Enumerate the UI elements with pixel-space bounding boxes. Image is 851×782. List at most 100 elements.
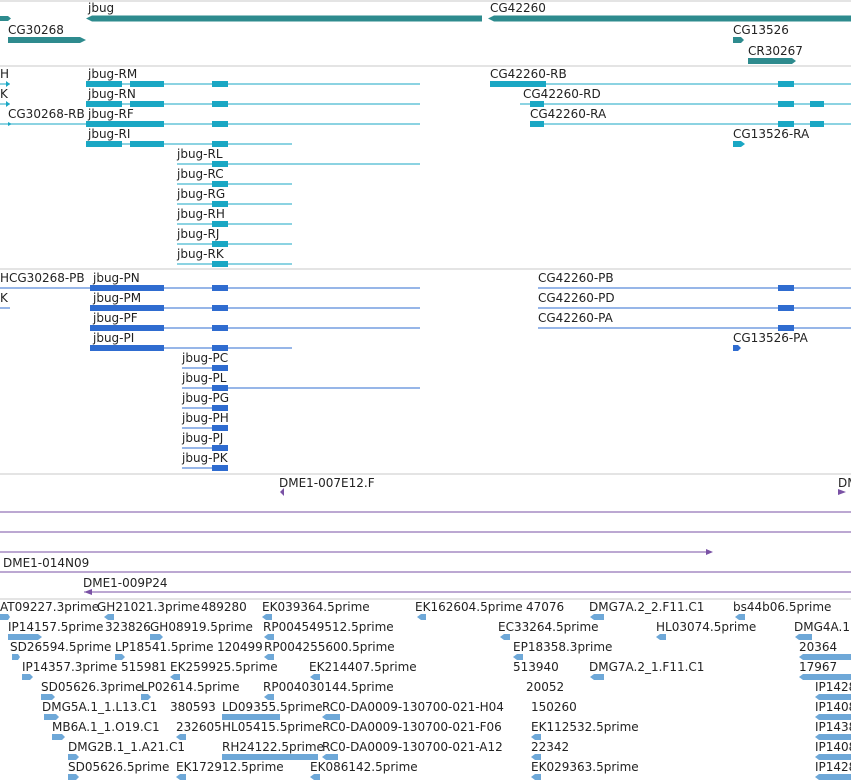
protein-feature-cg42260-pa[interactable]: CG42260-PA (538, 311, 851, 331)
est-feature[interactable]: IP1428 (815, 680, 851, 700)
est-feature[interactable]: 323826 (105, 620, 151, 634)
est-feature[interactable]: RH24122.5prime (222, 740, 324, 760)
est-feature[interactable]: DMG7A.2_1.F11.C1 (589, 660, 704, 680)
transcript-feature-cg42260-rb[interactable]: CG42260-RB (490, 67, 851, 87)
est-feature[interactable]: LP18541.5prime (115, 640, 214, 660)
clone-feature-dm-edge[interactable]: DM (838, 476, 851, 495)
transcript-feature-cg30268-rb[interactable]: CG30268-RB (0, 107, 86, 126)
est-feature[interactable]: IP14357.3prime (22, 660, 117, 680)
protein-feature-jbug-pj[interactable]: jbug-PJ (181, 431, 228, 451)
est-feature[interactable]: RC0-DA0009-130700-021-F06 (322, 720, 502, 734)
est-feature[interactable]: DMG4A.1 (794, 620, 850, 640)
est-feature[interactable]: IP1428 (815, 760, 851, 780)
est-feature[interactable]: EK029363.5prime (531, 760, 639, 780)
gene-feature-stub[interactable] (0, 16, 11, 21)
est-feature[interactable]: RP004030144.5prime (263, 680, 394, 700)
est-feature[interactable]: 22342 (531, 740, 569, 760)
est-feature[interactable]: DMG7A.2_2.F11.C1 (589, 600, 704, 620)
est-feature[interactable]: IP1438 (815, 720, 851, 740)
est-feature[interactable]: EK162604.5prime (415, 600, 523, 620)
protein-feature-jbug-pi[interactable]: jbug-PI (90, 331, 292, 351)
protein-feature-cg42260-pb[interactable]: CG42260-PB (538, 271, 851, 291)
est-feature[interactable]: SD05626.5prime (68, 760, 169, 780)
protein-feature-jbug-pc[interactable]: jbug-PC (181, 351, 228, 371)
protein-feature-cg42260-pd[interactable]: CG42260-PD (538, 291, 851, 311)
est-feature[interactable]: 380593 (170, 700, 216, 714)
est-feature[interactable]: RP004255600.5prime (264, 640, 395, 660)
transcript-feature-jbug-rm[interactable]: jbug-RM (86, 67, 420, 87)
est-feature[interactable]: SD26594.5prime (10, 640, 111, 660)
est-feature[interactable]: EK259925.5prime (170, 660, 278, 680)
protein-feature-jbug-pf[interactable]: jbug-PF (90, 311, 420, 331)
transcript-feature[interactable]: H (0, 67, 10, 87)
protein-feature-jbug-pn[interactable]: jbug-PN (90, 271, 420, 291)
est-feature[interactable]: IP14157.5prime (8, 620, 103, 640)
transcript-feature-jbug-rj[interactable]: jbug-RJ (176, 227, 292, 247)
est-feature[interactable]: DMG2B.1_1.A21.C1 (68, 740, 185, 760)
genome-browser-view[interactable]: jbug CG42260 CG30268 CG13526 CR30267 H K (0, 0, 851, 782)
est-feature[interactable]: GH08919.5prime (150, 620, 253, 640)
est-feature[interactable]: HL03074.5prime (656, 620, 756, 640)
est-feature[interactable]: EC33264.5prime (498, 620, 599, 640)
transcript-feature-jbug-rn[interactable]: jbug-RN (86, 87, 420, 107)
gene-feature-cr30267[interactable]: CR30267 (748, 44, 803, 64)
est-feature[interactable]: EP18358.3prime (513, 640, 612, 660)
transcript-feature-jbug-rc[interactable]: jbug-RC (176, 167, 292, 187)
transcript-feature-jbug-rl[interactable]: jbug-RL (176, 147, 420, 167)
est-feature[interactable]: GH21021.3prime (97, 600, 200, 620)
est-feature[interactable]: 515981 (121, 660, 167, 674)
est-feature[interactable]: EK172912.5prime (176, 760, 284, 780)
est-feature[interactable]: 232605 (176, 720, 222, 740)
gene-feature-jbug[interactable]: jbug (86, 1, 482, 22)
transcript-feature-cg42260-rd[interactable]: CG42260-RD (520, 87, 851, 107)
gene-feature-cg30268[interactable]: CG30268 (8, 23, 86, 43)
protein-feature-cg13526-pa[interactable]: CG13526-PA (733, 331, 809, 351)
est-feature[interactable]: bs44b06.5prime (733, 600, 831, 620)
est-feature[interactable]: IP1408 (815, 740, 851, 760)
est-feature[interactable]: AT09227.3prime (0, 600, 99, 620)
est-feature[interactable]: RC0-DA0009-130700-021-A12 (322, 740, 503, 760)
transcript-feature-cg42260-ra[interactable]: CG42260-RA (530, 107, 851, 127)
est-feature[interactable]: 489280 (201, 600, 247, 614)
transcript-label: CG30268-RB (8, 107, 85, 121)
est-feature[interactable]: EK086142.5prime (310, 760, 418, 780)
protein-feature-jbug-ph[interactable]: jbug-PH (181, 411, 229, 431)
est-feature[interactable]: 150260 (531, 700, 577, 714)
est-feature[interactable]: HL05415.5prime (222, 720, 322, 734)
est-feature[interactable]: RC0-DA0009-130700-021-H04 (322, 700, 504, 720)
protein-feature-cg30268-pb[interactable]: CG30268-PB (0, 271, 90, 289)
est-feature[interactable]: EK214407.5prime (309, 660, 417, 680)
clone-feature-dme1-007e12-f[interactable]: DME1-007E12.F (279, 476, 375, 496)
est-feature[interactable]: EK039364.5prime (262, 600, 370, 620)
est-feature[interactable]: 120499 (217, 640, 263, 654)
est-feature[interactable]: 20052 (526, 680, 564, 694)
transcript-feature-jbug-rg[interactable]: jbug-RG (176, 187, 292, 207)
est-feature[interactable]: 513940 (513, 660, 559, 674)
est-feature[interactable]: 47076 (526, 600, 564, 614)
gene-feature-cg42260[interactable]: CG42260 (488, 1, 851, 22)
est-feature[interactable]: DMG5A.1_1.L13.C1 (42, 700, 157, 720)
clone-feature-dme1-014n09[interactable]: DME1-014N09 (0, 549, 713, 570)
transcript-feature-jbug-ri[interactable]: jbug-RI (86, 127, 292, 147)
est-feature[interactable]: LP02614.5prime (141, 680, 240, 700)
protein-feature[interactable]: K (0, 291, 10, 309)
transcript-feature[interactable]: K (0, 87, 10, 107)
transcript-feature-jbug-rh[interactable]: jbug-RH (176, 207, 292, 227)
protein-feature-jbug-pl[interactable]: jbug-PL (181, 371, 420, 391)
gene-feature-cg13526[interactable]: CG13526 (733, 23, 789, 43)
est-feature[interactable]: MB6A.1_1.O19.C1 (52, 720, 160, 740)
est-feature[interactable]: 17967 (799, 660, 851, 680)
est-feature[interactable]: SD05626.3prime (41, 680, 142, 700)
protein-feature-jbug-pk[interactable]: jbug-PK (181, 451, 229, 471)
transcript-feature-jbug-rk[interactable]: jbug-RK (176, 247, 292, 267)
clone-feature-dme1-009p24[interactable]: DME1-009P24 (83, 576, 851, 595)
transcript-feature-jbug-rf[interactable]: jbug-RF (86, 107, 420, 127)
est-feature[interactable]: EK112532.5prime (531, 720, 639, 740)
protein-feature-jbug-pg[interactable]: jbug-PG (181, 391, 229, 411)
est-feature[interactable]: LD09355.5prime (222, 700, 323, 720)
est-feature[interactable]: RP004549512.5prime (263, 620, 394, 640)
est-feature[interactable]: IP1408 (815, 700, 851, 720)
est-feature[interactable]: 20364 (799, 640, 851, 660)
transcript-feature-cg13526-ra[interactable]: CG13526-RA (733, 127, 810, 147)
protein-feature-jbug-pm[interactable]: jbug-PM (90, 291, 420, 311)
